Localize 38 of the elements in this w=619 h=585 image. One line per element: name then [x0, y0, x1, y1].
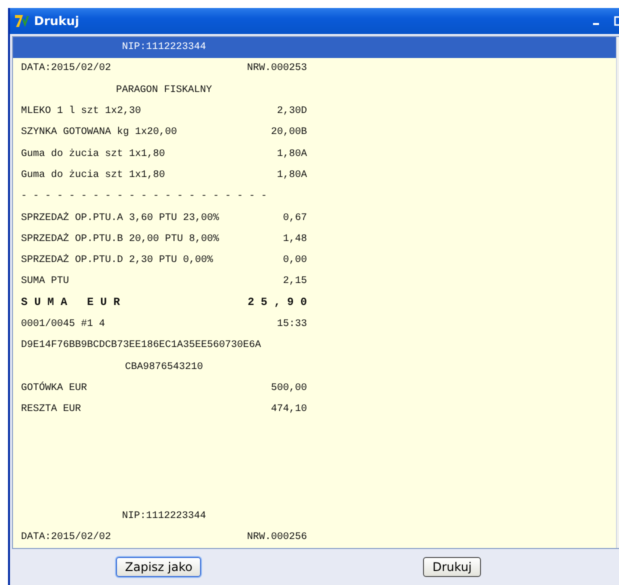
receipt-text: DATA:2015/02/02	[21, 63, 112, 74]
receipt-text: Guma do żucia szt 1x1,80	[21, 148, 166, 160]
print-button[interactable]: Drukuj	[423, 557, 481, 577]
receipt-text: S U M A E U R	[21, 297, 120, 310]
receipt-text: SPRZEDAŻ OP.PTU.B 20,00 PTU 8,00%	[21, 234, 220, 245]
receipt-line: NIP:1112223344	[122, 42, 206, 54]
receipt-line: NIP:1112223344	[122, 510, 206, 522]
receipt-line: CBA9876543210	[124, 362, 203, 373]
receipt-amount: 15:33	[276, 319, 307, 330]
receipt-amount: NRW.000256	[246, 532, 307, 543]
receipt-line: PARAGON FISKALNY	[116, 84, 212, 96]
receipt-amount: 1,80A	[276, 170, 307, 181]
receipt-amount: 1,80A	[276, 148, 307, 160]
app-logo-icon	[14, 13, 30, 29]
receipt-amount: 0,00	[282, 255, 307, 266]
receipt-amount: 2,15	[282, 276, 307, 288]
receipt-text: DATA:2015/02/02	[21, 532, 112, 543]
receipt-text: SPRZEDAŻ OP.PTU.D 2,30 PTU 0,00%	[21, 255, 214, 266]
receipt-text: 0001/0045 #1 4	[21, 319, 106, 330]
receipt-amount: 20,00B	[270, 127, 307, 138]
receipt-text: SZYNKA GOTOWANA kg 1x20,00	[21, 127, 178, 138]
receipt-text: Guma do żucia szt 1x1,80	[21, 170, 166, 181]
receipt-text: GOTÓWKA EUR	[21, 382, 88, 394]
receipt-amount: NRW.000253	[246, 63, 307, 74]
receipt-text: SUMA PTU	[21, 276, 70, 288]
receipt-amount: 2,30D	[276, 106, 307, 118]
receipt-text: D9E14F76BB9BCDCB73EE186EC1A35EE560730E6A	[21, 340, 262, 352]
separator-line: - - - - - - - - - - - - - - - - - - - - -	[21, 191, 268, 202]
receipt-amount: 474,10	[270, 404, 307, 416]
window-title: Drukuj	[34, 14, 80, 28]
receipt-amount: 0,67	[282, 212, 307, 224]
receipt-text: RESZTA EUR	[21, 404, 82, 416]
receipt-amount: 500,00	[270, 382, 307, 394]
receipt-text: SPRZEDAŻ OP.PTU.A 3,60 PTU 23,00%	[21, 212, 220, 224]
save-as-button[interactable]: Zapisz jako	[116, 557, 202, 577]
receipt-text: MLEKO 1 l szt 1x2,30	[21, 106, 142, 118]
receipt-amount: 2 5 , 9 0	[248, 297, 307, 310]
receipt-amount: 1,48	[282, 234, 307, 245]
